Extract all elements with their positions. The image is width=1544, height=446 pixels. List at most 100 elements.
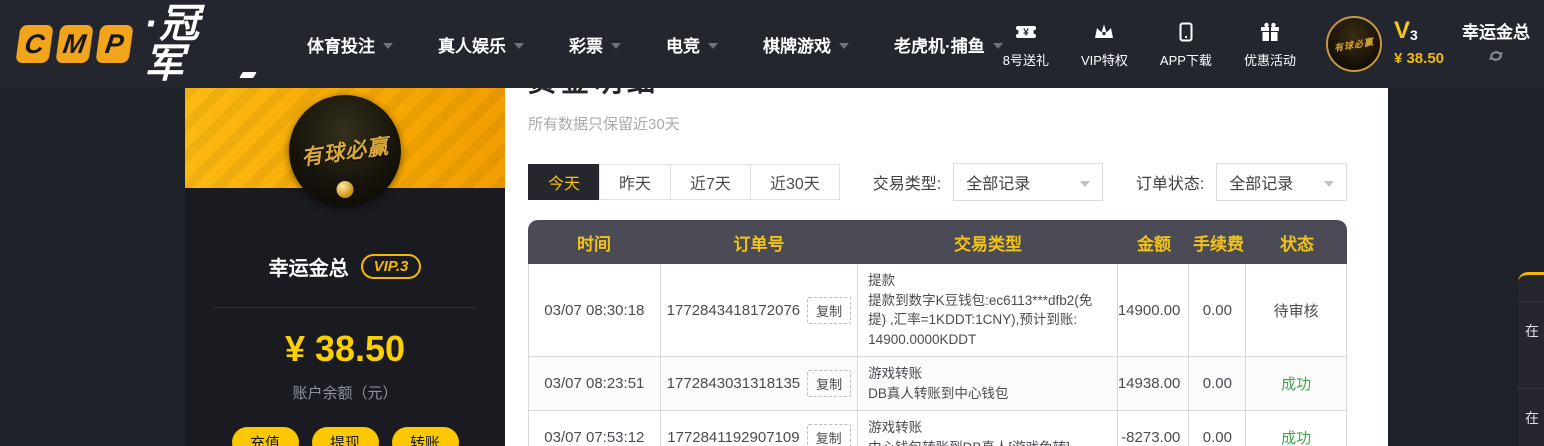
chevron-down-icon (992, 42, 1003, 49)
refresh-balance-button[interactable] (1462, 47, 1530, 70)
quick-link-label: 8号送礼 (1002, 52, 1049, 68)
user-profile-sidebar: 有球必赢 幸运金总 VIP.3 ¥ 38.50 账户余额（元） 充值 提现 转账 (185, 88, 505, 446)
tab-last-30-days[interactable]: 近30天 (749, 164, 840, 200)
column-header-fee: 手续费 (1193, 234, 1244, 254)
quick-link-app-download[interactable]: APP下载 (1160, 20, 1212, 69)
crown-icon (1091, 20, 1117, 44)
column-header-time: 时间 (577, 234, 611, 254)
quick-link-gift8[interactable]: ¥ 8号送礼 (1003, 20, 1049, 69)
nav-item-board-games[interactable]: 棋牌游戏 (763, 32, 850, 57)
copy-button[interactable]: 复制 (806, 424, 851, 446)
quick-link-label: APP下载 (1159, 52, 1212, 68)
top-navigation-bar: C M P ·冠军 体育投注 真人娱乐 彩票 电竞 棋牌游戏 老虎机·捕鱼 ¥ … (0, 0, 1544, 88)
logo-letter-box: P (95, 25, 134, 63)
status-badge: 待审核 (1273, 302, 1319, 320)
transaction-type-title: 游戏转账 (868, 420, 923, 436)
table-row: 03/07 07:53:12 1772841192907109 复制 游戏转账 … (529, 411, 1346, 446)
table-row: 03/07 08:23:51 1772843031318135 复制 游戏转账 … (529, 357, 1346, 412)
chevron-down-icon (1324, 180, 1334, 187)
cell-fee: 0.00 (1189, 357, 1247, 411)
cell-order: 1772843418172076 复制 (661, 264, 859, 357)
deposit-button[interactable]: 充值 (231, 427, 299, 446)
logo-letter: M (61, 28, 88, 59)
quick-link-vip[interactable]: VIP特权 (1081, 20, 1128, 69)
transaction-type-detail: 提款到数字K豆钱包:ec6113***dfb2(免提) ,汇率=1KDDT:1C… (868, 292, 1093, 347)
column-header-status: 状态 (1280, 234, 1314, 254)
status-badge: 成功 (1281, 430, 1312, 446)
ticket-icon: ¥ (1013, 20, 1039, 44)
nav-item-live-casino[interactable]: 真人娱乐 (438, 32, 525, 57)
copy-button[interactable]: 复制 (807, 296, 852, 324)
quick-link-label: VIP特权 (1080, 52, 1128, 68)
withdraw-button[interactable]: 提现 (311, 427, 379, 446)
cell-amount: 14900.00 (1118, 264, 1190, 357)
phone-icon (1174, 20, 1198, 44)
transactions-table: 时间 订单号 交易类型 金额 手续费 状态 03/07 08:30:18 177… (528, 220, 1347, 446)
table-header-row: 时间 订单号 交易类型 金额 手续费 状态 (528, 220, 1347, 264)
logo-letter-box: C (15, 25, 54, 63)
user-account-box[interactable]: 有球必赢 V 3 幸运金总 ¥ 38.50 (1325, 16, 1530, 72)
logo-suffix-text: ·冠军 (143, 2, 202, 86)
chevron-down-icon (839, 42, 850, 49)
order-number: 1772843031318135 (666, 375, 801, 393)
cell-amount: -8273.00 (1118, 411, 1190, 446)
logo-letter-box: M (55, 25, 94, 63)
cell-fee: 0.00 (1189, 264, 1247, 357)
customer-service-float-widget[interactable]: 在 在 (1518, 272, 1544, 446)
float-widget-item[interactable]: 在 (1518, 388, 1544, 446)
transaction-type-select[interactable]: 全部记录 (953, 163, 1103, 201)
column-header-order: 订单号 (733, 234, 785, 254)
transfer-button[interactable]: 转账 (391, 427, 459, 446)
cell-fee: 0.00 (1189, 411, 1247, 446)
order-number: 1772843418172076 (666, 301, 801, 319)
cell-order: 1772841192907109 复制 (661, 411, 859, 446)
username-text: 幸运金总 (1462, 23, 1530, 42)
cell-type: 提款 提款到数字K豆钱包:ec6113***dfb2(免提) ,汇率=1KDDT… (858, 264, 1118, 357)
account-balance-amount: ¥ 38.50 (284, 328, 406, 369)
chevron-down-icon (383, 42, 394, 49)
vip-badge: VIP.3 (360, 254, 422, 279)
transaction-type-detail: 中心钱包转账到DB真人[游戏免转] (868, 438, 1070, 446)
avatar-text: 有球必赢 (1333, 36, 1375, 53)
cell-type: 游戏转账 DB真人转账到中心钱包 (858, 357, 1118, 411)
header-balance: ¥ 38.50 (1393, 50, 1444, 67)
svg-text:¥: ¥ (1023, 27, 1029, 38)
avatar[interactable]: 有球必赢 (1325, 16, 1382, 72)
gift-icon (1257, 20, 1283, 44)
nav-label: 棋牌游戏 (763, 36, 832, 56)
quick-link-promotions[interactable]: 优惠活动 (1244, 20, 1296, 69)
order-status-select[interactable]: 全部记录 (1216, 163, 1347, 201)
wallet-action-buttons: 充值 提现 转账 (185, 427, 505, 446)
nav-item-esports[interactable]: 电竞 (666, 32, 719, 57)
avatar-text: 有球必赢 (300, 134, 391, 170)
select-value: 全部记录 (1229, 176, 1294, 193)
logo-letter: C (22, 28, 47, 59)
order-status-label: 订单状态: (1135, 176, 1205, 193)
sidebar-username: 幸运金总 (268, 258, 349, 280)
cell-amount: 14938.00 (1118, 357, 1190, 411)
refresh-icon (1487, 47, 1505, 70)
cell-time: 03/07 07:53:12 (529, 411, 661, 446)
avatar[interactable]: 有球必赢 (289, 95, 401, 207)
column-header-amount: 金额 (1137, 234, 1171, 254)
float-widget-item[interactable]: 在 (1518, 301, 1544, 359)
tab-today[interactable]: 今天 (528, 164, 601, 200)
vip-number: 3 (1409, 26, 1418, 43)
cell-order: 1772843031318135 复制 (661, 357, 859, 411)
tab-last-7-days[interactable]: 近7天 (670, 164, 751, 200)
vip-level-indicator: V 3 (1394, 18, 1444, 43)
nav-item-lottery[interactable]: 彩票 (569, 32, 622, 57)
transaction-type-title: 提款 (868, 273, 896, 288)
copy-button[interactable]: 复制 (807, 370, 852, 398)
logo-dash-decoration (239, 72, 257, 78)
data-retention-notice: 所有数据只保留近30天 (528, 116, 680, 133)
nav-item-sports[interactable]: 体育投注 (307, 32, 394, 57)
nav-item-slots-fishing[interactable]: 老虎机·捕鱼 (894, 32, 1003, 57)
transaction-type-detail: DB真人转账到中心钱包 (868, 385, 1009, 401)
tab-yesterday[interactable]: 昨天 (599, 164, 672, 200)
date-range-tabs: 今天 昨天 近7天 近30天 (528, 164, 840, 200)
logo-letter: P (103, 28, 126, 59)
main-navigation: 体育投注 真人娱乐 彩票 电竞 棋牌游戏 老虎机·捕鱼 (307, 32, 1003, 57)
site-logo[interactable]: C M P ·冠军 (15, 2, 257, 86)
column-header-type: 交易类型 (954, 234, 1022, 254)
